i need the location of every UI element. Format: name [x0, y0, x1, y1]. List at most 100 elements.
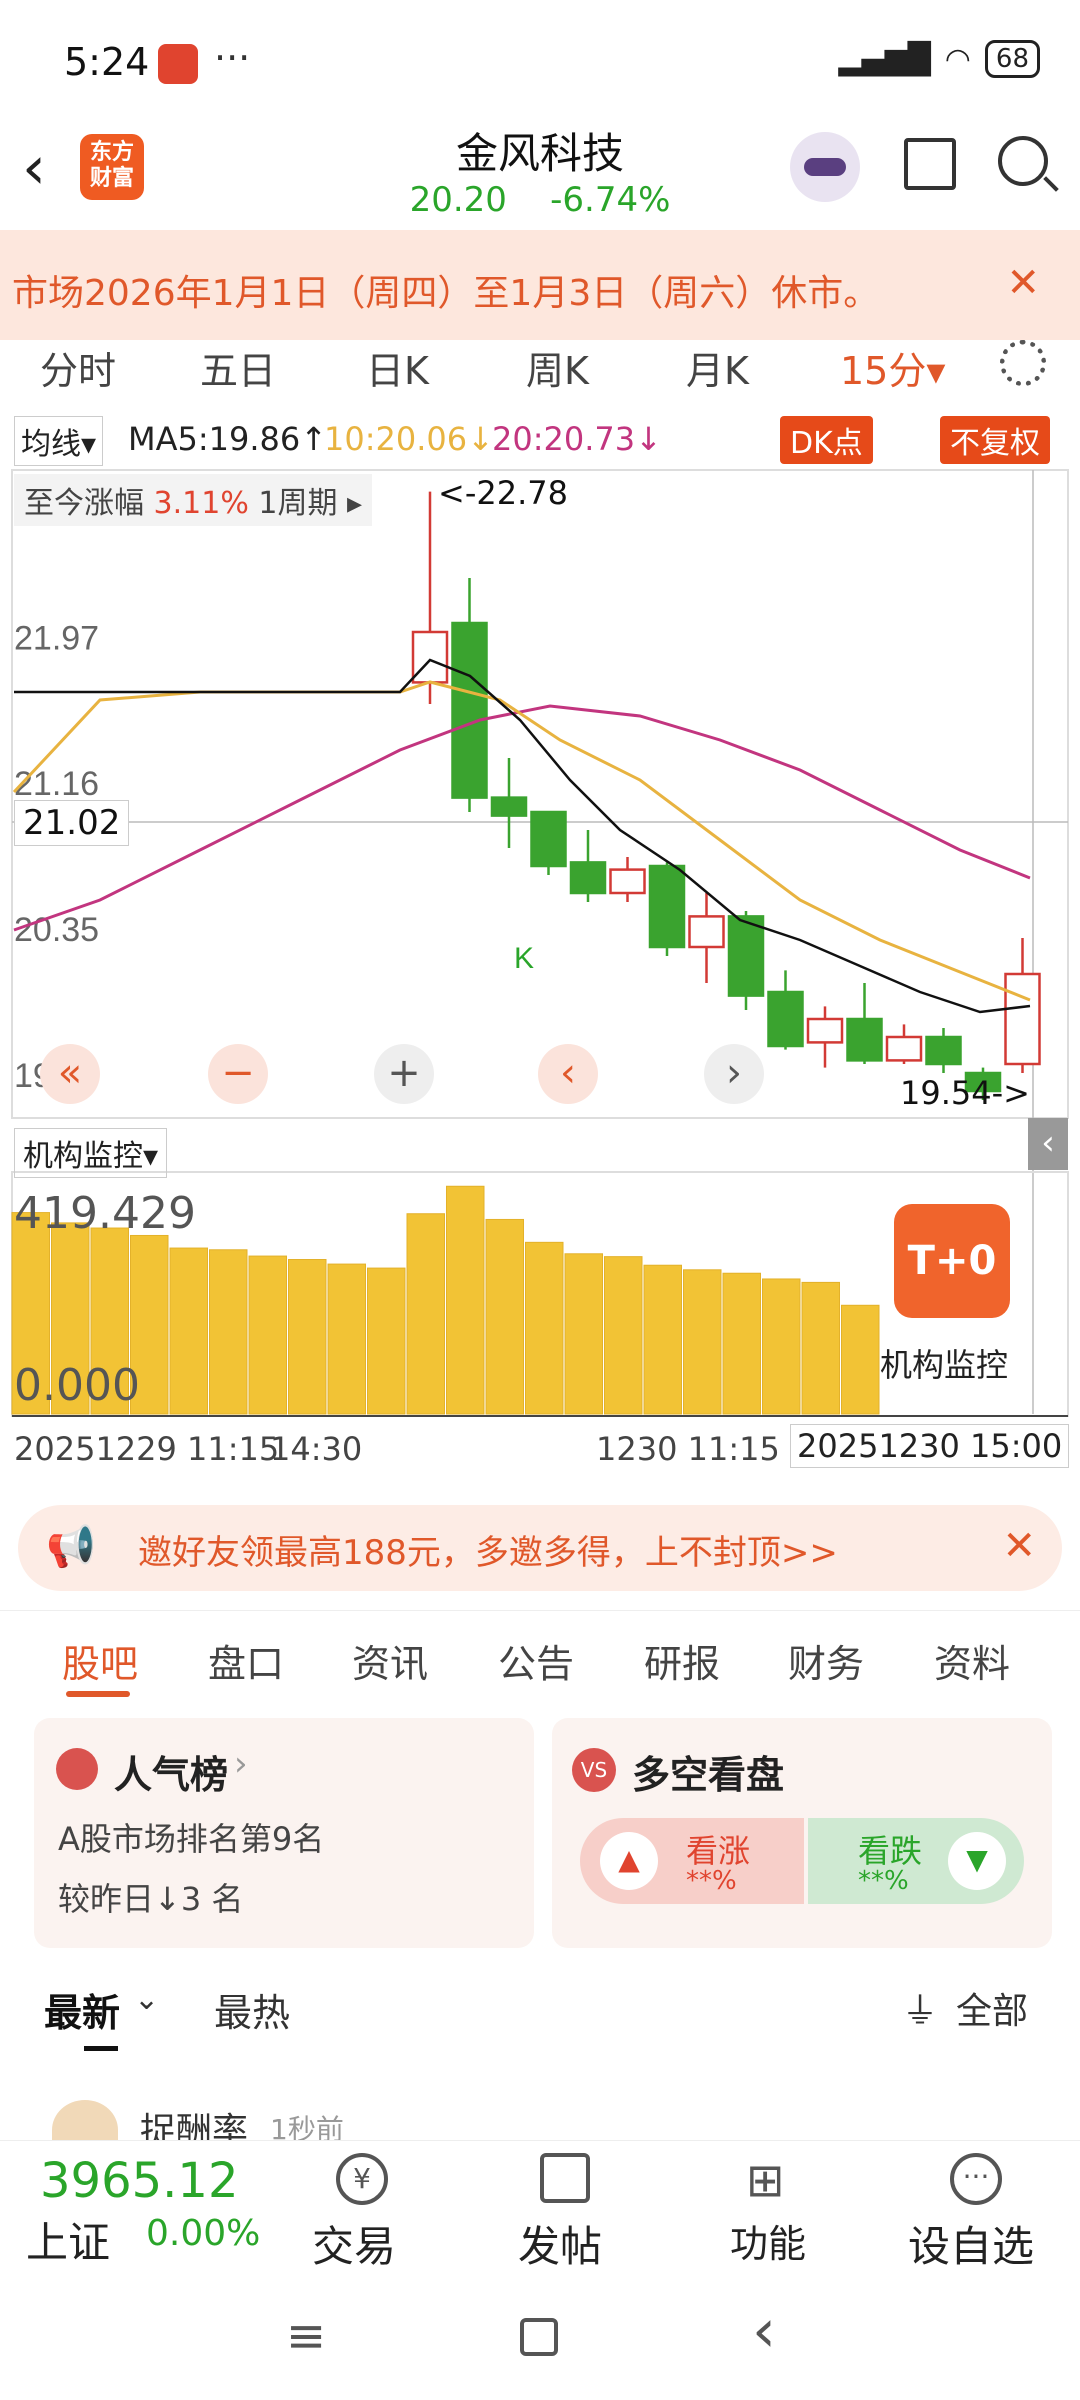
popularity-card[interactable]: 人气榜 › A股市场排名第9名 较昨日↓3 名	[34, 1718, 534, 1948]
tab-15min[interactable]: 15分▾	[840, 340, 945, 395]
search-icon[interactable]	[998, 136, 1048, 186]
menu-nav-icon[interactable]: ≡	[286, 2308, 326, 2364]
megaphone-icon: 📢	[46, 1524, 96, 1570]
tab-guba[interactable]: 股吧	[62, 1633, 138, 1688]
volume-bar	[801, 1281, 840, 1415]
bottom-toolbar: 3965.12 上证 0.00% ¥ 交易 发帖 ⊞ 功能 ··· 设自选	[0, 2140, 1080, 2271]
volume-bar	[169, 1247, 208, 1415]
notice-close-icon[interactable]: ✕	[1006, 260, 1040, 306]
tab-intraday[interactable]: 分时	[40, 340, 116, 395]
gain-period: 1周期 ▸	[258, 486, 363, 521]
tab-hottest[interactable]: 最热	[214, 1982, 290, 2037]
tab-profile[interactable]: 资料	[934, 1633, 1010, 1688]
vote-title: 多空看盘	[632, 1753, 785, 1797]
scroll-left-far-button[interactable]: «	[40, 1044, 100, 1104]
chevron-down-icon[interactable]: ⌄	[134, 1982, 159, 2017]
trade-button[interactable]: 交易	[312, 2213, 396, 2274]
back-nav-icon[interactable]: ‹	[752, 2296, 776, 2366]
x-label-end: 20251230 15:00	[790, 1424, 1070, 1468]
volume-bar	[841, 1304, 880, 1415]
candle-body	[885, 1035, 923, 1062]
system-navigation-bar: ≡ ‹	[0, 2270, 1080, 2400]
kline-chart-area[interactable]: 21.9721.1620.3519.54 K 至今涨幅 3.11% 1周期 ▸ …	[0, 462, 1080, 1502]
popularity-compare: 较昨日↓3 名	[58, 1880, 244, 1918]
post-button[interactable]: 发帖	[518, 2213, 602, 2274]
ma20-value: 20:20.73↓	[492, 420, 662, 458]
zoom-in-button[interactable]: +	[374, 1044, 434, 1104]
volume-bar	[762, 1278, 801, 1415]
stock-header: ‹ 东方 财富 金风科技 20.20 -6.74%	[0, 120, 1080, 230]
arrow-up-icon: ▲	[600, 1832, 658, 1890]
volume-bar	[643, 1264, 682, 1415]
indicator-drawer-toggle[interactable]: ‹	[1028, 1118, 1068, 1170]
zoom-out-button[interactable]: −	[208, 1044, 268, 1104]
dk-point-button[interactable]: DK点	[780, 416, 873, 464]
scroll-right-button[interactable]: ›	[704, 1044, 764, 1104]
promo-text: 邀好友领最高188元，多邀多得，上不封顶>>	[138, 1533, 838, 1573]
promo-close-icon[interactable]: ✕	[1002, 1523, 1036, 1569]
status-time: 5:24	[64, 40, 150, 84]
gain-since-box[interactable]: 至今涨幅 3.11% 1周期 ▸	[14, 474, 373, 526]
x-label-mid2: 1230 11:15	[596, 1430, 780, 1468]
index-change[interactable]: 0.00%	[146, 2213, 260, 2254]
ma-indicator-line: 均线▾ MA5:19.86↑ 10:20.06↓ 20:20.73↓ DK点 不…	[0, 410, 1080, 470]
index-name[interactable]: 上证	[26, 2209, 110, 2270]
tab-daily-k[interactable]: 日K	[366, 340, 429, 395]
tab-news[interactable]: 资讯	[352, 1633, 428, 1688]
tab-finance[interactable]: 财务	[788, 1633, 864, 1688]
t0-monitor-icon[interactable]: T+0	[894, 1204, 1010, 1318]
low-price-label: 19.54->	[900, 1074, 1030, 1112]
filter-icon[interactable]: ⏚	[902, 1982, 938, 2034]
tab-announcements[interactable]: 公告	[498, 1633, 574, 1688]
candle-body	[530, 810, 567, 868]
tab-research[interactable]: 研报	[644, 1633, 720, 1688]
volume-bar	[604, 1256, 643, 1415]
vs-icon: VS	[572, 1748, 616, 1792]
candle-body	[609, 868, 646, 895]
candle-body	[1004, 972, 1041, 1066]
volume-bar	[406, 1213, 445, 1415]
index-value[interactable]: 3965.12	[40, 2153, 239, 2209]
chart-settings-icon[interactable]	[1000, 340, 1046, 386]
functions-button[interactable]: 功能	[730, 2213, 806, 2268]
volume-bar	[525, 1241, 564, 1415]
adjust-mode-button[interactable]: 不复权	[940, 416, 1050, 464]
candle-body	[925, 1035, 962, 1066]
volume-bar	[288, 1259, 327, 1415]
assistant-robot-icon[interactable]	[790, 132, 860, 202]
functions-icon[interactable]: ⊞	[746, 2153, 785, 2207]
more-icon[interactable]: ···	[950, 2153, 1002, 2205]
volume-bar	[367, 1267, 406, 1415]
tab-pankou[interactable]: 盘口	[208, 1633, 284, 1688]
popularity-icon	[56, 1748, 98, 1790]
x-label-mid1: 14:30	[270, 1430, 363, 1468]
y-tick-label: 21.97	[14, 619, 99, 657]
share-icon[interactable]	[904, 138, 956, 190]
edit-post-icon[interactable]	[540, 2153, 590, 2203]
gain-label: 至今涨幅	[24, 486, 144, 521]
volume-bar	[209, 1249, 248, 1415]
candle-body	[727, 915, 765, 997]
indicator-selector[interactable]: 机构监控▾	[14, 1128, 168, 1178]
tab-weekly-k[interactable]: 周K	[526, 340, 589, 395]
institution-monitor-label[interactable]: 机构监控	[880, 1340, 1008, 1386]
home-nav-icon[interactable]	[520, 2318, 558, 2356]
tab-monthly-k[interactable]: 月K	[686, 340, 749, 395]
ma-selector[interactable]: 均线▾	[14, 416, 104, 466]
period-tabs: 分时 五日 日K 周K 月K 15分▾	[0, 340, 1080, 420]
tab-five-day[interactable]: 五日	[200, 340, 276, 395]
trade-icon[interactable]: ¥	[336, 2153, 388, 2205]
invite-promo-banner[interactable]: 📢 邀好友领最高188元，多邀多得，上不封顶>> ✕	[18, 1505, 1062, 1591]
tab-latest[interactable]: 最新	[44, 1982, 120, 2037]
vote-down-button[interactable]: 看跌 **% ▼	[808, 1818, 1024, 1904]
latest-tab-indicator	[84, 2046, 118, 2051]
volume-min-label: 0.000	[14, 1360, 140, 1411]
scroll-left-button[interactable]: ‹	[538, 1044, 598, 1104]
add-watchlist-button[interactable]: 设自选	[908, 2213, 1034, 2274]
vote-up-button[interactable]: ▲ 看涨 **%	[580, 1818, 804, 1904]
volume-max-label: 419.429	[14, 1188, 196, 1239]
volume-bar	[722, 1272, 761, 1415]
volume-bar	[327, 1263, 366, 1415]
price-frame	[11, 469, 1069, 1119]
filter-all[interactable]: 全部	[956, 1982, 1028, 2034]
